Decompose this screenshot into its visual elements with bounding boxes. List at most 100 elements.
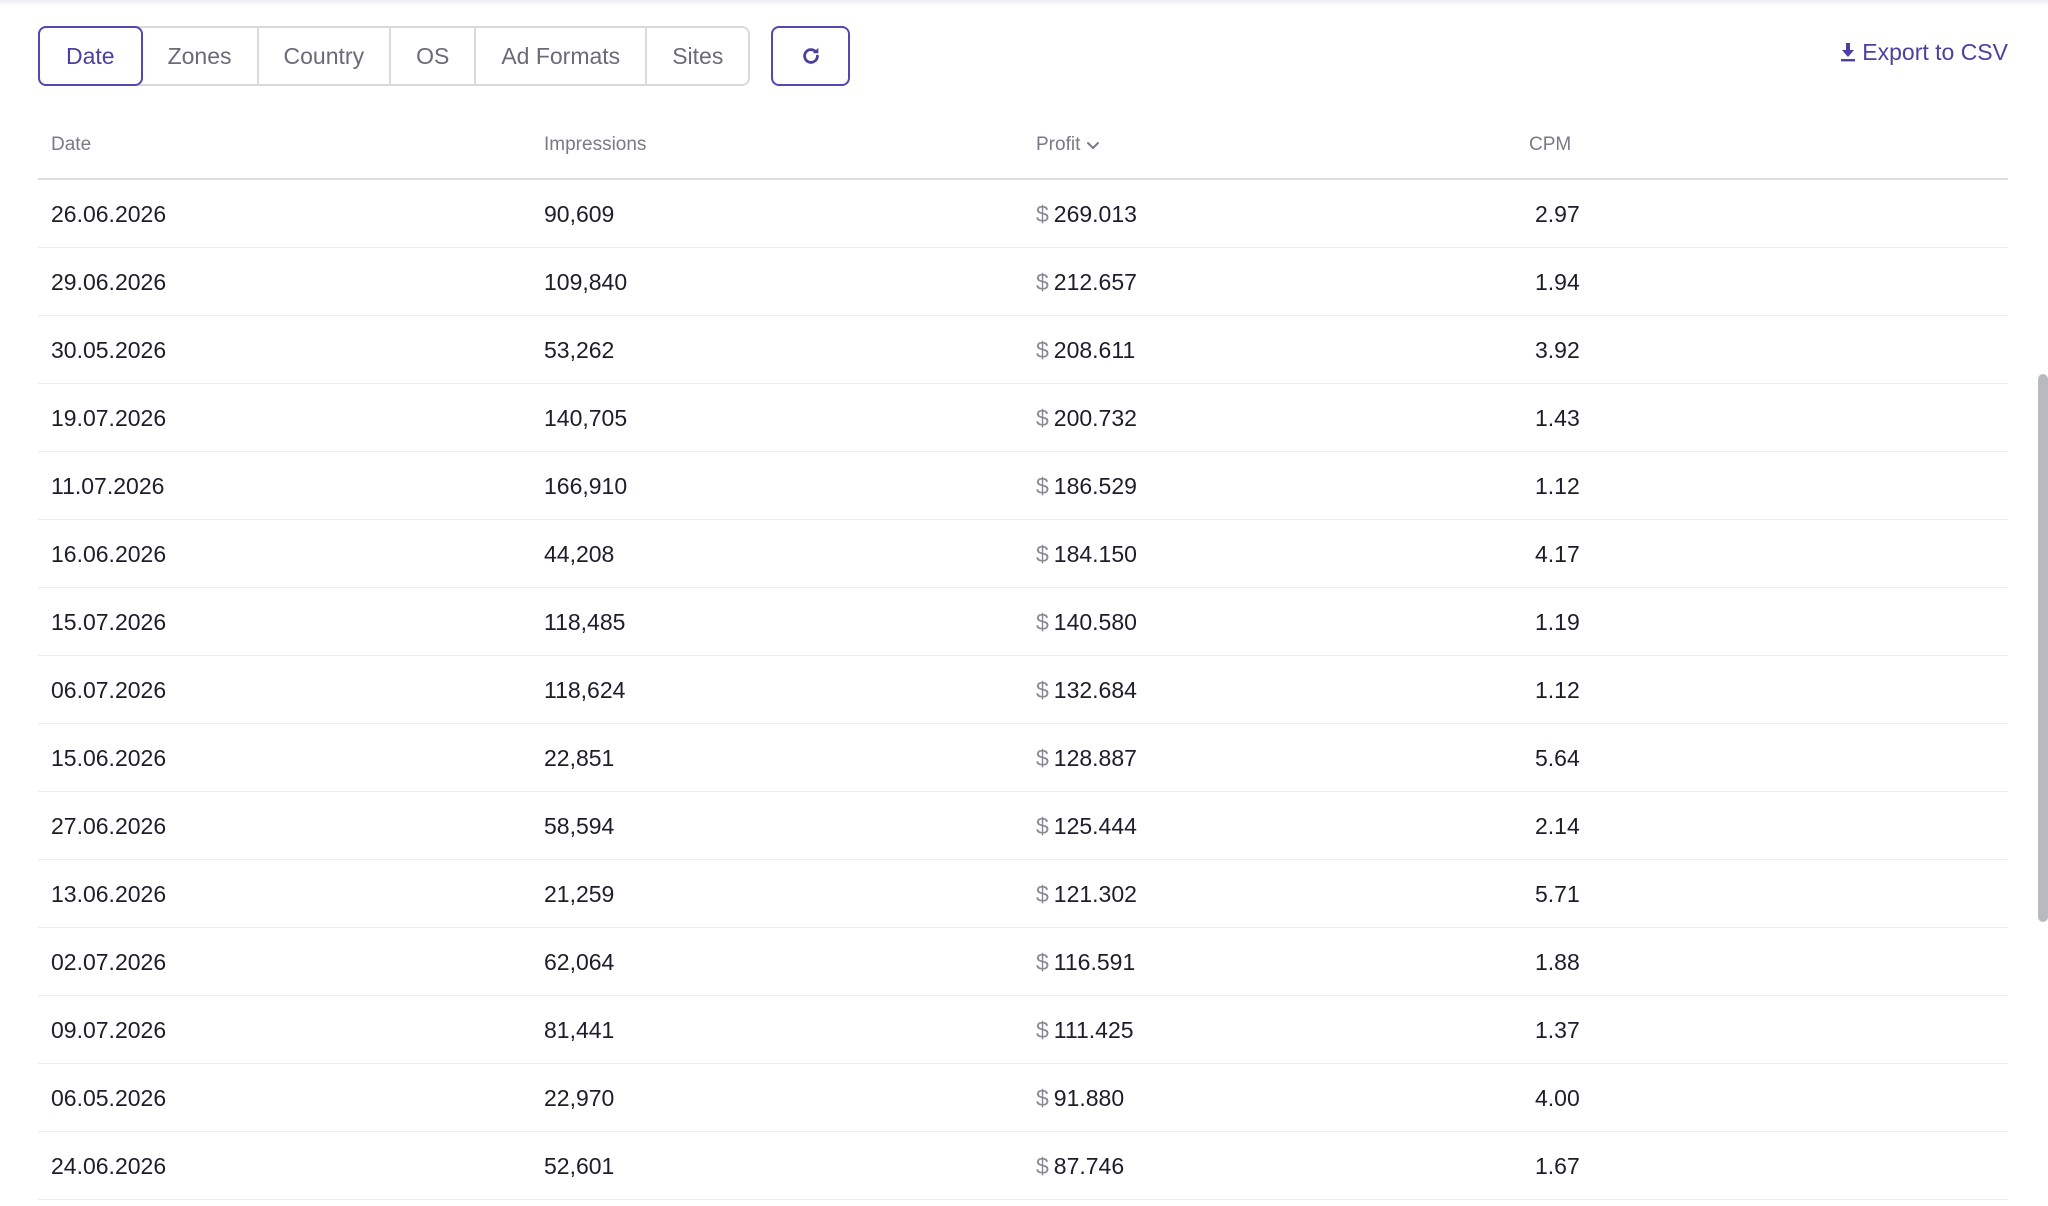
tab-zones[interactable]: Zones <box>143 28 257 84</box>
cell-date: 29.06.2026 <box>51 268 167 295</box>
cell-impressions: 22,970 <box>544 1084 615 1111</box>
tab-ad-formats[interactable]: Ad Formats <box>474 28 645 84</box>
table-header: Date Impressions Profit CPM <box>38 118 2008 180</box>
table-row: 29.06.2026 109,840 $212.657 1.94 <box>38 248 2008 316</box>
cell-cpm: 1.67 <box>1535 1152 1580 1179</box>
profit-value: 200.732 <box>1053 404 1137 431</box>
cell-cpm: 1.88 <box>1535 948 1580 975</box>
cell-impressions: 109,840 <box>544 268 628 295</box>
cell-profit: $125.444 <box>1036 792 1137 860</box>
cell-cpm: 5.64 <box>1535 744 1580 771</box>
cell-profit: $212.657 <box>1036 248 1137 316</box>
currency-symbol: $ <box>1036 676 1049 703</box>
profit-value: 116.591 <box>1053 948 1136 975</box>
cell-impressions: 58,594 <box>544 812 615 839</box>
cell-date: 24.06.2026 <box>51 1152 167 1179</box>
cell-cpm: 1.37 <box>1535 1016 1580 1043</box>
cell-impressions: 44,208 <box>544 540 615 567</box>
cell-date: 26.06.2026 <box>51 200 167 227</box>
profit-value: 111.425 <box>1053 1016 1134 1043</box>
cell-date: 11.07.2026 <box>51 472 165 499</box>
cell-date: 06.05.2026 <box>51 1084 167 1111</box>
cell-impressions: 140,705 <box>544 404 628 431</box>
cell-date: 15.07.2026 <box>51 608 167 635</box>
cell-impressions: 62,064 <box>544 948 615 975</box>
currency-symbol: $ <box>1036 812 1049 839</box>
cell-impressions: 90,609 <box>544 200 615 227</box>
profit-value: 212.657 <box>1053 268 1137 295</box>
column-header-profit[interactable]: Profit <box>1036 134 1100 156</box>
currency-symbol: $ <box>1036 948 1049 975</box>
profit-value: 269.013 <box>1053 200 1137 227</box>
cell-profit: $111.425 <box>1036 996 1134 1064</box>
profit-value: 128.887 <box>1053 744 1137 771</box>
cell-date: 13.06.2026 <box>51 880 167 907</box>
cell-date: 16.06.2026 <box>51 540 167 567</box>
cell-cpm: 2.14 <box>1535 812 1580 839</box>
export-csv-link[interactable]: Export to CSV <box>1840 26 2008 78</box>
table-row: 30.05.2026 53,262 $208.611 3.92 <box>38 316 2008 384</box>
cell-impressions: 118,624 <box>544 676 626 703</box>
currency-symbol: $ <box>1036 744 1049 771</box>
cell-impressions: 21,259 <box>544 880 615 907</box>
cell-impressions: 52,601 <box>544 1152 615 1179</box>
cell-cpm: 1.19 <box>1535 608 1580 635</box>
currency-symbol: $ <box>1036 268 1049 295</box>
column-header-impressions[interactable]: Impressions <box>544 134 646 156</box>
cell-profit: $140.580 <box>1036 588 1137 656</box>
cell-date: 30.05.2026 <box>51 336 167 363</box>
currency-symbol: $ <box>1036 472 1049 499</box>
tab-os[interactable]: OS <box>389 28 474 84</box>
currency-symbol: $ <box>1036 336 1049 363</box>
cell-date: 09.07.2026 <box>51 1016 167 1043</box>
chevron-down-icon <box>1087 142 1100 149</box>
currency-symbol: $ <box>1036 200 1049 227</box>
cell-impressions: 22,851 <box>544 744 615 771</box>
table-row: 15.07.2026 118,485 $140.580 1.19 <box>38 588 2008 656</box>
cell-date: 06.07.2026 <box>51 676 167 703</box>
profit-value: 140.580 <box>1053 608 1137 635</box>
tab-date[interactable]: Date <box>38 26 143 86</box>
table-row: 13.06.2026 21,259 $121.302 5.71 <box>38 860 2008 928</box>
cell-cpm: 2.97 <box>1535 200 1580 227</box>
table-row: 09.07.2026 81,441 $111.425 1.37 <box>38 996 2008 1064</box>
cell-profit: $184.150 <box>1036 520 1137 588</box>
refresh-button[interactable] <box>771 26 850 86</box>
currency-symbol: $ <box>1036 1084 1049 1111</box>
tab-country[interactable]: Country <box>256 28 390 84</box>
profit-value: 125.444 <box>1053 812 1137 839</box>
tab-sites[interactable]: Sites <box>645 28 748 84</box>
cell-profit: $200.732 <box>1036 384 1137 452</box>
profit-value: 186.529 <box>1053 472 1137 499</box>
currency-symbol: $ <box>1036 1016 1049 1043</box>
currency-symbol: $ <box>1036 880 1049 907</box>
currency-symbol: $ <box>1036 1152 1049 1179</box>
cell-cpm: 3.92 <box>1535 336 1580 363</box>
cell-profit: $208.611 <box>1036 316 1135 384</box>
cell-cpm: 1.12 <box>1535 472 1580 499</box>
cell-date: 19.07.2026 <box>51 404 167 431</box>
group-by-tabs: Date Zones Country OS Ad Formats Sites <box>38 26 751 86</box>
download-icon <box>1841 43 1856 62</box>
cell-cpm: 4.00 <box>1535 1084 1580 1111</box>
table-row: 11.07.2026 166,910 $186.529 1.12 <box>38 452 2008 520</box>
profit-value: 87.746 <box>1053 1152 1125 1179</box>
cell-profit: $91.880 <box>1036 1064 1124 1132</box>
profit-value: 184.150 <box>1053 540 1137 567</box>
cell-cpm: 1.94 <box>1535 268 1580 295</box>
cell-cpm: 4.17 <box>1535 540 1580 567</box>
export-csv-label: Export to CSV <box>1862 38 2008 65</box>
cell-impressions: 166,910 <box>544 472 628 499</box>
cell-profit: $128.887 <box>1036 724 1137 792</box>
column-header-date[interactable]: Date <box>51 134 91 156</box>
table-row: 15.06.2026 22,851 $128.887 5.64 <box>38 724 2008 792</box>
column-header-cpm[interactable]: CPM <box>1529 134 1571 156</box>
profit-value: 132.684 <box>1053 676 1137 703</box>
cell-cpm: 1.12 <box>1535 676 1580 703</box>
table-body: 26.06.2026 90,609 $269.013 2.97 29.06.2026 10… <box>38 180 2008 1200</box>
table-row: 26.06.2026 90,609 $269.013 2.97 <box>38 180 2008 248</box>
profit-value: 208.611 <box>1053 336 1136 363</box>
cell-impressions: 53,262 <box>544 336 615 363</box>
cell-impressions: 118,485 <box>544 608 626 635</box>
scrollbar-thumb[interactable] <box>2038 374 2048 922</box>
